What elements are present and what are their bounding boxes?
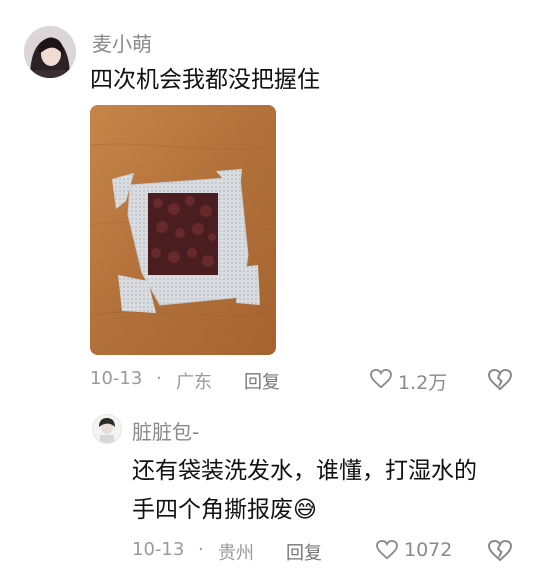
reply-button[interactable]: 回复 [244,368,280,394]
heart-icon [370,369,392,389]
comment-location: 广东 [176,372,212,393]
reply-reply-button[interactable]: 回复 [286,539,322,565]
comment-text: 四次机会我都没把握住 [90,67,320,93]
broken-heart-icon [488,540,512,562]
reply-dislike-button[interactable] [488,540,512,562]
comment-date: 10-13 [90,368,143,389]
reply-text-content: 手四个角撕报废 [132,497,293,523]
reply-location: 贵州 [218,543,254,564]
reply-text-line2: 手四个角撕报废😅 [132,492,317,528]
reply-avatar[interactable] [92,414,122,444]
like-count: 1.2万 [398,372,448,394]
broken-heart-icon [488,369,512,391]
reply-username[interactable]: 脏脏包- [132,416,199,445]
comment-photo[interactable] [90,105,276,355]
sweat-smile-emoji: 😅 [293,497,317,523]
comment-username[interactable]: 麦小萌 [92,28,152,57]
reply-like-count: 1072 [404,539,453,561]
reply-date: 10-13 [132,539,185,560]
dislike-button[interactable] [488,369,512,391]
reply-text-line1: 还有袋装洗发水，谁懂，打湿水的 [132,458,477,484]
reply-meta-separator: · [198,539,204,560]
heart-icon [376,540,398,560]
avatar[interactable] [24,26,76,78]
meta-separator: · [156,368,162,389]
